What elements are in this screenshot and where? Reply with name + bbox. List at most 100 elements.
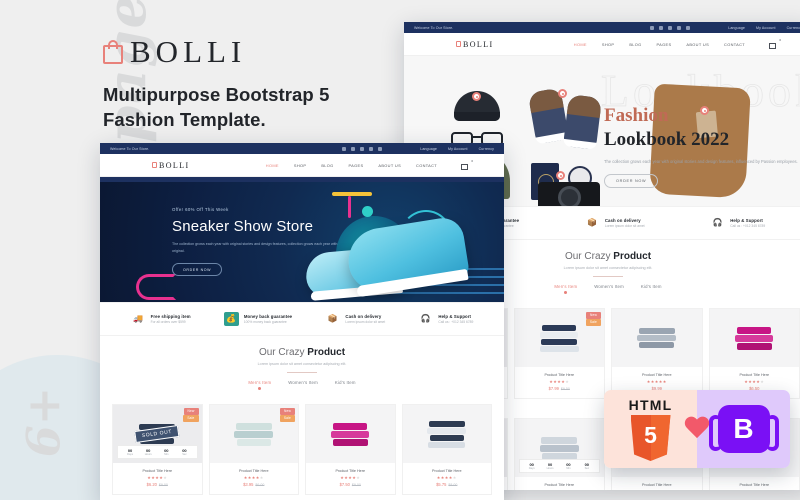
- language-selector[interactable]: Language: [728, 26, 745, 30]
- product-card[interactable]: Product Title Here ★★★★★ $9.99: [611, 308, 703, 399]
- product-card[interactable]: Product Title Here ★★★★★ $7.50 $9.00: [305, 404, 396, 495]
- tab-kids-item[interactable]: Kid's Item: [335, 380, 356, 390]
- currency-selector[interactable]: Currency: [787, 26, 800, 30]
- order-now-button[interactable]: ORDER NOW: [604, 174, 659, 189]
- product-meta: Product Title Here ★★★★★ $5.75 $8.00: [403, 463, 492, 487]
- nav-links: HOME SHOP BLOG PAGES ABOUT US CONTACT: [266, 163, 437, 168]
- product-image: New Sale: [209, 405, 298, 463]
- nav-item-home[interactable]: HOME: [266, 163, 279, 168]
- nav-logo[interactable]: BOLLI: [456, 40, 494, 49]
- product-title: Product Title Here: [142, 469, 172, 473]
- timer-days: 00Days: [127, 448, 134, 456]
- html5-version: 5: [644, 422, 657, 448]
- product-title: Product Title Here: [544, 483, 574, 487]
- timer-sec: 00Sec: [584, 462, 590, 470]
- nav-item-shop[interactable]: SHOP: [602, 42, 614, 47]
- utility-topbar: Welcome To Our Store. Language My Accoun…: [100, 143, 504, 154]
- product-price: $7.99 $9.50: [548, 386, 570, 391]
- linkedin-icon[interactable]: [677, 25, 682, 30]
- tab-kids-item[interactable]: Kid's Item: [641, 284, 662, 294]
- delivery-icon: 📦: [587, 218, 598, 227]
- cart-icon[interactable]: 0: [461, 159, 473, 170]
- nav-item-about-us[interactable]: ABOUT US: [378, 163, 401, 168]
- tagline-line-1: Multipurpose Bootstrap 5: [103, 84, 330, 105]
- rating-stars: ★★★★★: [436, 475, 457, 480]
- sneaker-hero-copy: Offer 60% Off This Week Sneaker Show Sto…: [172, 207, 342, 276]
- facebook-icon[interactable]: [650, 25, 655, 30]
- tab-womens-item[interactable]: Women's Item: [288, 380, 318, 390]
- product-meta: Product Title Here ★★★★★ $6.50: [710, 367, 800, 391]
- twitter-icon[interactable]: [659, 25, 664, 30]
- rating-stars: ★★★★★: [744, 379, 765, 384]
- product-image: New Sale: [514, 309, 604, 367]
- product-card[interactable]: Product Title Here ★★★★★ $6.50: [708, 308, 800, 399]
- hotspot-shoes[interactable]: [558, 89, 567, 98]
- product-card[interactable]: 00 Days 00 Hours 00 Min 00 Sec Product Title…: [513, 418, 605, 490]
- nav-logo-text: BOLLI: [463, 39, 494, 49]
- bootstrap-panel: B: [697, 390, 790, 468]
- product-title: Product Title Here: [641, 373, 672, 377]
- feature-title: Cash on delivery: [345, 313, 382, 319]
- product-title: Product Title Here: [739, 373, 769, 377]
- nav-item-about-us[interactable]: ABOUT US: [686, 42, 709, 47]
- welcome-message: Welcome To Our Store.: [414, 25, 454, 30]
- html5-logo: HTML 5: [629, 397, 673, 461]
- youtube-icon[interactable]: [378, 146, 383, 151]
- linkedin-icon[interactable]: [369, 146, 374, 151]
- nav-item-pages[interactable]: PAGES: [349, 163, 364, 168]
- instagram-icon[interactable]: [668, 25, 673, 30]
- instagram-icon[interactable]: [360, 146, 365, 151]
- tab-mens-item[interactable]: Men's Item: [248, 380, 271, 390]
- shopping-bag-icon: [103, 40, 123, 64]
- decor-dot-teal: [362, 206, 373, 217]
- towel-stack: [539, 436, 579, 461]
- twitter-icon[interactable]: [351, 146, 356, 151]
- social-icons[interactable]: [650, 25, 691, 30]
- product-card[interactable]: New Sale Product Title Here ★★★★★ $3.95 $…: [208, 404, 299, 495]
- order-now-button[interactable]: ORDER NOW: [172, 263, 223, 276]
- nav-item-pages[interactable]: PAGES: [657, 42, 672, 47]
- nav-logo[interactable]: BOLLI: [152, 161, 190, 170]
- hero-eyebrow: Offer 60% Off This Week: [172, 207, 229, 212]
- cart-icon[interactable]: 0: [769, 38, 781, 49]
- product-title: Product Title Here: [739, 483, 769, 487]
- utility-links[interactable]: Language My Account Currency: [728, 26, 800, 30]
- product-meta: Product Title Here ★★★★★ $7.50$9.00: [306, 463, 395, 487]
- product-card[interactable]: Product Title Here ★★★★★ $5.75 $8.00: [401, 404, 492, 495]
- nav-item-home[interactable]: HOME: [574, 42, 587, 47]
- my-account-link[interactable]: My Account: [448, 147, 468, 151]
- nav-item-blog[interactable]: BLOG: [321, 163, 333, 168]
- decor-u-pink: [136, 274, 176, 300]
- social-icons[interactable]: [342, 146, 383, 151]
- facebook-icon[interactable]: [342, 146, 347, 151]
- timer-sec: 00Sec: [182, 448, 187, 456]
- hotspot-beanie[interactable]: [472, 92, 481, 101]
- nav-item-contact[interactable]: CONTACT: [724, 42, 745, 47]
- tab-mens-item[interactable]: Men's Item: [554, 284, 577, 294]
- tech-stack-badge: HTML 5 B: [604, 390, 790, 468]
- feature-sub: Call us : +012 345 6789: [438, 320, 474, 325]
- product-card[interactable]: New Sale SOLD OUT 00 Days 00 Hours 00 Min 0…: [112, 404, 203, 495]
- shopping-bag-icon: [456, 41, 461, 47]
- product-image: [612, 309, 702, 367]
- rating-stars: ★★★★★: [340, 475, 361, 480]
- language-selector[interactable]: Language: [420, 147, 437, 151]
- decor-bar-pink: [348, 196, 351, 218]
- nav-item-blog[interactable]: BLOG: [629, 42, 641, 47]
- currency-selector[interactable]: Currency: [479, 147, 494, 151]
- feature-cash-on-delivery: 📦 Cash on delivery Lorem ipsum dolor sit …: [585, 216, 644, 230]
- product-card[interactable]: New Sale Product Title Here ★★★★★ $7.99 $…: [513, 308, 605, 399]
- product-price: $5.75 $8.00: [436, 482, 458, 487]
- my-account-link[interactable]: My Account: [756, 26, 776, 30]
- nav-item-contact[interactable]: CONTACT: [416, 163, 437, 168]
- hotspot-watch[interactable]: [556, 171, 565, 180]
- youtube-icon[interactable]: [686, 25, 691, 30]
- feature-sub: 100% money back guarantee: [243, 320, 287, 325]
- section-title-bold: Product: [613, 251, 652, 262]
- towel-stack: [234, 422, 274, 447]
- utility-links[interactable]: Language My Account Currency: [420, 147, 494, 151]
- nav-item-shop[interactable]: SHOP: [294, 163, 306, 168]
- badge-new: New: [280, 408, 295, 415]
- tab-womens-item[interactable]: Women's Item: [594, 284, 624, 294]
- heart-icon: [684, 417, 710, 441]
